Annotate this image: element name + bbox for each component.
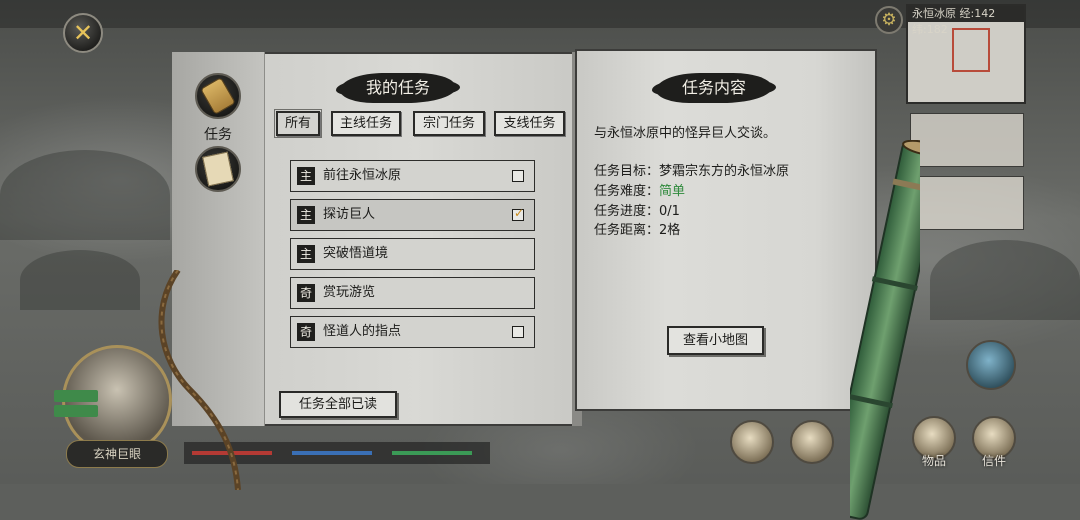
hp-bar bbox=[192, 451, 272, 455]
task-type-badge: 主 bbox=[297, 245, 315, 263]
task-type-badge: 奇 bbox=[297, 323, 315, 341]
tab-documents[interactable] bbox=[195, 146, 241, 192]
task-row[interactable]: 奇 赏玩游览 bbox=[290, 277, 535, 309]
quest-target: 任务目标：梦霜宗东方的永恒冰原 bbox=[594, 160, 789, 179]
task-name: 怪道人的指点 bbox=[323, 324, 402, 339]
quest-detail-title: 任务内容 bbox=[656, 73, 772, 103]
background-mountain bbox=[0, 150, 170, 240]
filter-tab-all[interactable]: 所有 bbox=[274, 109, 322, 138]
task-row[interactable]: 主 探访巨人 ✓ bbox=[290, 199, 535, 231]
task-name: 突破悟道境 bbox=[323, 246, 389, 261]
document-icon bbox=[202, 151, 234, 187]
skill-button[interactable] bbox=[790, 420, 834, 464]
tab-quests[interactable] bbox=[195, 73, 241, 119]
task-checkbox[interactable] bbox=[512, 170, 524, 182]
task-row[interactable]: 奇 怪道人的指点 bbox=[290, 316, 535, 348]
minimap[interactable]: 永恒冰原 经:142 纬:182 bbox=[906, 4, 1026, 104]
quest-progress-value: 0/1 bbox=[659, 204, 680, 219]
task-type-badge: 主 bbox=[297, 167, 315, 185]
side-quest-note[interactable] bbox=[910, 113, 1024, 167]
tab-quests-label: 任务 bbox=[204, 127, 232, 143]
quest-distance-label: 任务距离： bbox=[594, 223, 660, 238]
task-row[interactable]: 主 突破悟道境 bbox=[290, 238, 535, 270]
task-type-badge: 主 bbox=[297, 206, 315, 224]
minimap-title: 永恒冰原 经:142 纬:182 bbox=[908, 6, 1024, 36]
item-button-label: 物品 bbox=[922, 454, 947, 468]
mark-all-read-button[interactable]: 任务全部已读 bbox=[279, 391, 397, 418]
quest-distance-value: 2格 bbox=[659, 223, 681, 238]
mp-bar bbox=[292, 451, 372, 455]
task-checkbox[interactable] bbox=[512, 326, 524, 338]
close-x-icon: ✕ bbox=[72, 19, 94, 47]
sp-bar bbox=[392, 451, 472, 455]
filter-tab-main[interactable]: 主线任务 bbox=[331, 111, 401, 136]
quest-list-title: 我的任务 bbox=[340, 73, 456, 103]
player-stat-bars bbox=[184, 442, 490, 464]
quest-distance: 任务距离：2格 bbox=[594, 219, 680, 238]
status-tag bbox=[54, 405, 98, 417]
task-name: 前往永恒冰原 bbox=[323, 168, 402, 183]
quest-description: 与永恒冰原中的怪异巨人交谈。 bbox=[594, 126, 777, 141]
quest-target-value: 梦霜宗东方的永恒冰原 bbox=[659, 164, 790, 179]
task-checkbox-checked[interactable]: ✓ bbox=[512, 206, 525, 221]
settings-gear-icon[interactable]: ⚙ bbox=[875, 6, 903, 34]
quest-difficulty: 任务难度：简单 bbox=[594, 180, 685, 199]
quest-target-label: 任务目标： bbox=[594, 164, 660, 179]
quest-progress: 任务进度：0/1 bbox=[594, 200, 680, 219]
minimap-player-marker bbox=[952, 28, 990, 72]
letter-button-label: 信件 bbox=[982, 454, 1007, 468]
quest-progress-label: 任务进度： bbox=[594, 204, 660, 219]
scroll-icon bbox=[200, 77, 236, 115]
filter-tab-sect[interactable]: 宗门任务 bbox=[413, 111, 485, 136]
task-name: 探访巨人 bbox=[323, 207, 376, 222]
side-quest-note[interactable] bbox=[910, 176, 1024, 230]
player-name-plate: 玄神巨眼 bbox=[66, 440, 168, 468]
filter-tab-side[interactable]: 支线任务 bbox=[494, 111, 565, 136]
quest-difficulty-value: 简单 bbox=[659, 184, 686, 199]
background-mountain bbox=[20, 250, 140, 310]
task-type-badge: 奇 bbox=[297, 284, 315, 302]
task-row[interactable]: 主 前往永恒冰原 bbox=[290, 160, 535, 192]
close-button[interactable]: ✕ bbox=[63, 13, 103, 53]
background-mountain bbox=[930, 240, 1080, 320]
explore-button[interactable] bbox=[730, 420, 774, 464]
check-icon: ✓ bbox=[514, 206, 525, 220]
quest-difficulty-label: 任务难度： bbox=[594, 184, 660, 199]
status-tag bbox=[54, 390, 98, 402]
task-name: 赏玩游览 bbox=[323, 285, 376, 300]
globe-button[interactable] bbox=[966, 340, 1016, 390]
view-minimap-button[interactable]: 查看小地图 bbox=[667, 326, 764, 355]
